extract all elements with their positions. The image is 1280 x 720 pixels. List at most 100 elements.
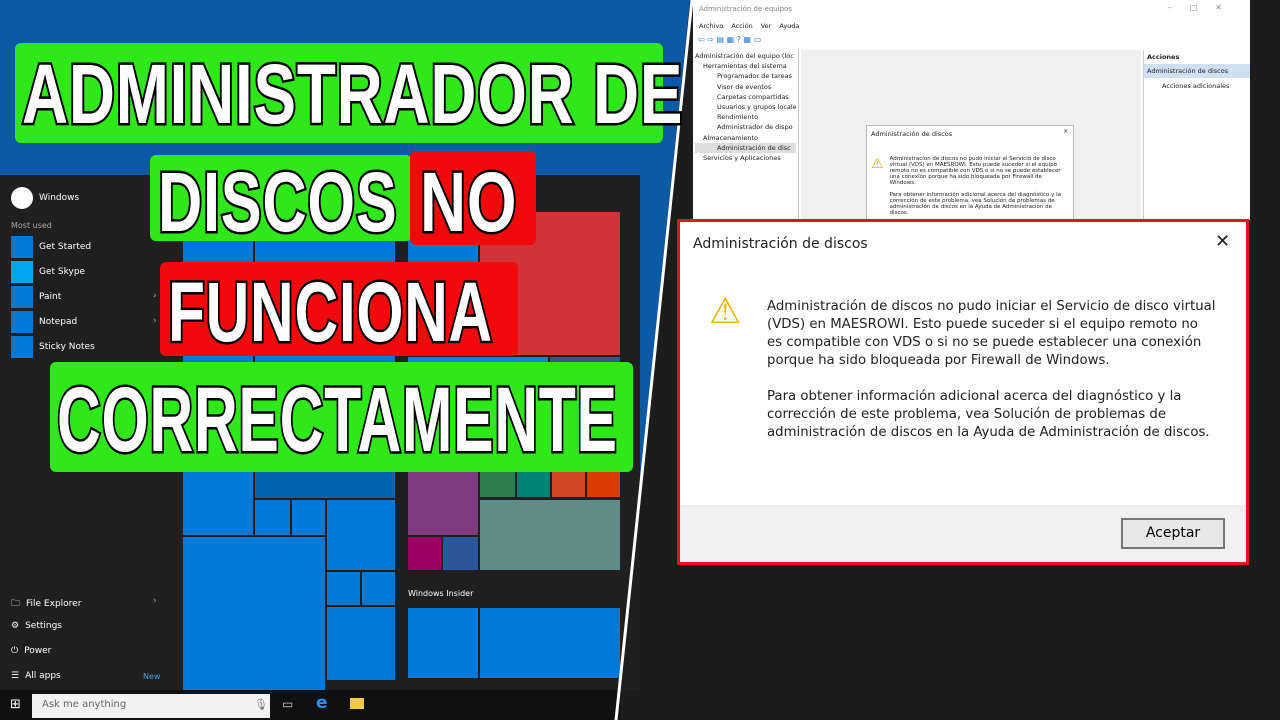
menu-accion[interactable]: Acción (731, 22, 752, 30)
tree-item[interactable]: Herramientas del sistema (695, 61, 796, 71)
dialog-message: Administración de discos no pudo iniciar… (767, 298, 1217, 442)
label: File Explorer (26, 599, 82, 609)
tree-item[interactable]: Servicios y Aplicaciones (695, 153, 796, 163)
task-view-icon[interactable]: ▭ (282, 697, 293, 711)
tile[interactable] (408, 608, 478, 678)
window-controls[interactable]: –□✕ (1168, 3, 1240, 12)
tile[interactable] (408, 470, 478, 535)
tile-group-label: Windows Insider (408, 589, 474, 598)
app-label: Get Started (39, 242, 92, 252)
gear-icon: ⚙ (11, 621, 20, 631)
tree-item[interactable]: Programador de tareas (695, 71, 796, 81)
power-icon: ⏻ (11, 646, 19, 656)
message-paragraph-1: Administración de discos no pudo iniciar… (767, 299, 1216, 368)
app-label: Sticky Notes (39, 342, 95, 352)
label: Settings (25, 621, 62, 631)
app-paint[interactable]: Paint (11, 286, 171, 308)
settings-button[interactable]: ⚙ Settings (11, 621, 62, 631)
toolbar[interactable]: ⇦ ⇨ ▤ ▦ ? ▦ ▭ (698, 35, 761, 44)
folder-icon: 🗀 (11, 599, 21, 609)
label: Power (24, 646, 52, 656)
app-label: Paint (39, 292, 62, 302)
dialog-footer: Aceptar (680, 505, 1246, 562)
chevron-right-icon[interactable]: › (153, 316, 157, 326)
microphone-icon[interactable]: 🎙 (254, 698, 268, 711)
dialog-title: Administración de discos (693, 236, 868, 252)
tile[interactable] (587, 470, 620, 497)
actions-header: Acciones (1147, 53, 1180, 61)
tile[interactable] (443, 537, 478, 570)
close-icon[interactable]: ✕ (1063, 129, 1068, 135)
actions-more[interactable]: Acciones adicionales (1144, 78, 1250, 90)
headline-line-2a: DISCOS (156, 153, 398, 252)
accept-button[interactable]: Aceptar (1121, 518, 1225, 549)
tile[interactable] (362, 572, 395, 605)
computer-management-window: Administración de equipos –□✕ Archivo Acc… (693, 0, 1250, 220)
app-get-skype[interactable]: Get Skype (11, 261, 171, 283)
tile[interactable] (183, 537, 325, 690)
close-icon[interactable]: ✕ (1215, 231, 1230, 252)
tree-item[interactable]: Administración del equipo (loc (695, 51, 796, 61)
tree-item[interactable]: Visor de eventos (695, 82, 796, 92)
app-label: Notepad (39, 317, 78, 327)
app-label: Get Skype (39, 267, 86, 277)
tree-item[interactable]: Rendimiento (695, 112, 796, 122)
tree-item-selected[interactable]: Administración de disc (695, 142, 796, 154)
tile[interactable] (480, 500, 620, 570)
tile[interactable] (517, 470, 550, 497)
tree-item[interactable]: Usuarios y grupos locale (695, 102, 796, 112)
new-badge: New (143, 672, 161, 681)
edge-icon[interactable]: e (316, 693, 328, 713)
actions-selected[interactable]: Administración de discos (1144, 64, 1250, 78)
headline-line-3: FUNCIONA (166, 263, 494, 362)
tree-item[interactable]: Carpetas compartidas (695, 92, 796, 102)
tile[interactable] (480, 470, 515, 497)
menu-ver[interactable]: Ver (761, 22, 772, 30)
search-input[interactable]: Ask me anything (32, 694, 270, 718)
tree-item[interactable]: Almacenamiento (695, 133, 796, 143)
file-explorer-button[interactable]: 🗀 File Explorer (11, 596, 81, 612)
list-icon: ☰ (11, 671, 20, 681)
tile[interactable] (327, 607, 395, 680)
label: All apps (25, 671, 61, 681)
small-dialog: Administración de discos ✕ ⚠ Administraci… (866, 125, 1074, 220)
small-dialog-message: Administración de discos no pudo iniciar… (889, 156, 1061, 186)
message-paragraph-2: Para obtener información adicional acerc… (767, 389, 1210, 440)
tile[interactable] (255, 470, 395, 498)
user-avatar[interactable] (11, 187, 33, 209)
tile[interactable] (480, 608, 620, 678)
menu-ayuda[interactable]: Ayuda (779, 22, 799, 30)
headline-line-4: CORRECTAMENTE (55, 367, 618, 474)
warning-icon: ⚠ (871, 156, 884, 172)
chevron-right-icon[interactable]: › (153, 291, 157, 301)
tile[interactable] (292, 500, 325, 535)
tile[interactable] (327, 500, 395, 570)
windows-start-icon[interactable]: ⊞ (10, 697, 21, 712)
power-button[interactable]: ⏻ Power (11, 646, 51, 656)
most-used-label: Most used (11, 221, 52, 230)
app-sticky-notes[interactable]: Sticky Notes (11, 336, 171, 358)
window-title: Administración de equipos (699, 5, 793, 13)
headline-line-1: ADMINISTRADOR DE (20, 45, 684, 144)
tree-pane: Administración del equipo (loc Herramien… (693, 48, 799, 220)
actions-pane: Acciones Administración de discos Accion… (1143, 50, 1250, 220)
app-get-started[interactable]: Get Started (11, 236, 171, 258)
file-explorer-icon[interactable] (350, 698, 364, 709)
tree-item[interactable]: Administrador de dispo (695, 122, 796, 132)
tile[interactable] (255, 500, 290, 535)
menu-bar: Archivo Acción Ver Ayuda (699, 22, 799, 30)
small-dialog-title: Administración de discos (871, 130, 953, 138)
tile[interactable] (552, 470, 585, 497)
user-name[interactable]: Windows (39, 193, 79, 203)
warning-icon: ⚠ (709, 291, 742, 332)
tile[interactable] (408, 537, 441, 570)
headline-line-2b: NO (418, 153, 518, 252)
menu-archivo[interactable]: Archivo (699, 22, 723, 30)
chevron-right-icon[interactable]: › (153, 596, 157, 606)
disk-management-dialog: Administración de discos ✕ ⚠ Administrac… (677, 219, 1249, 565)
all-apps-button[interactable]: ☰ All apps (11, 671, 61, 681)
content-pane: Administración de discos ✕ ⚠ Administraci… (801, 50, 1141, 220)
tile[interactable] (327, 572, 360, 605)
app-notepad[interactable]: Notepad (11, 311, 171, 333)
small-dialog-message: Para obtener información adicional acerc… (889, 192, 1061, 216)
